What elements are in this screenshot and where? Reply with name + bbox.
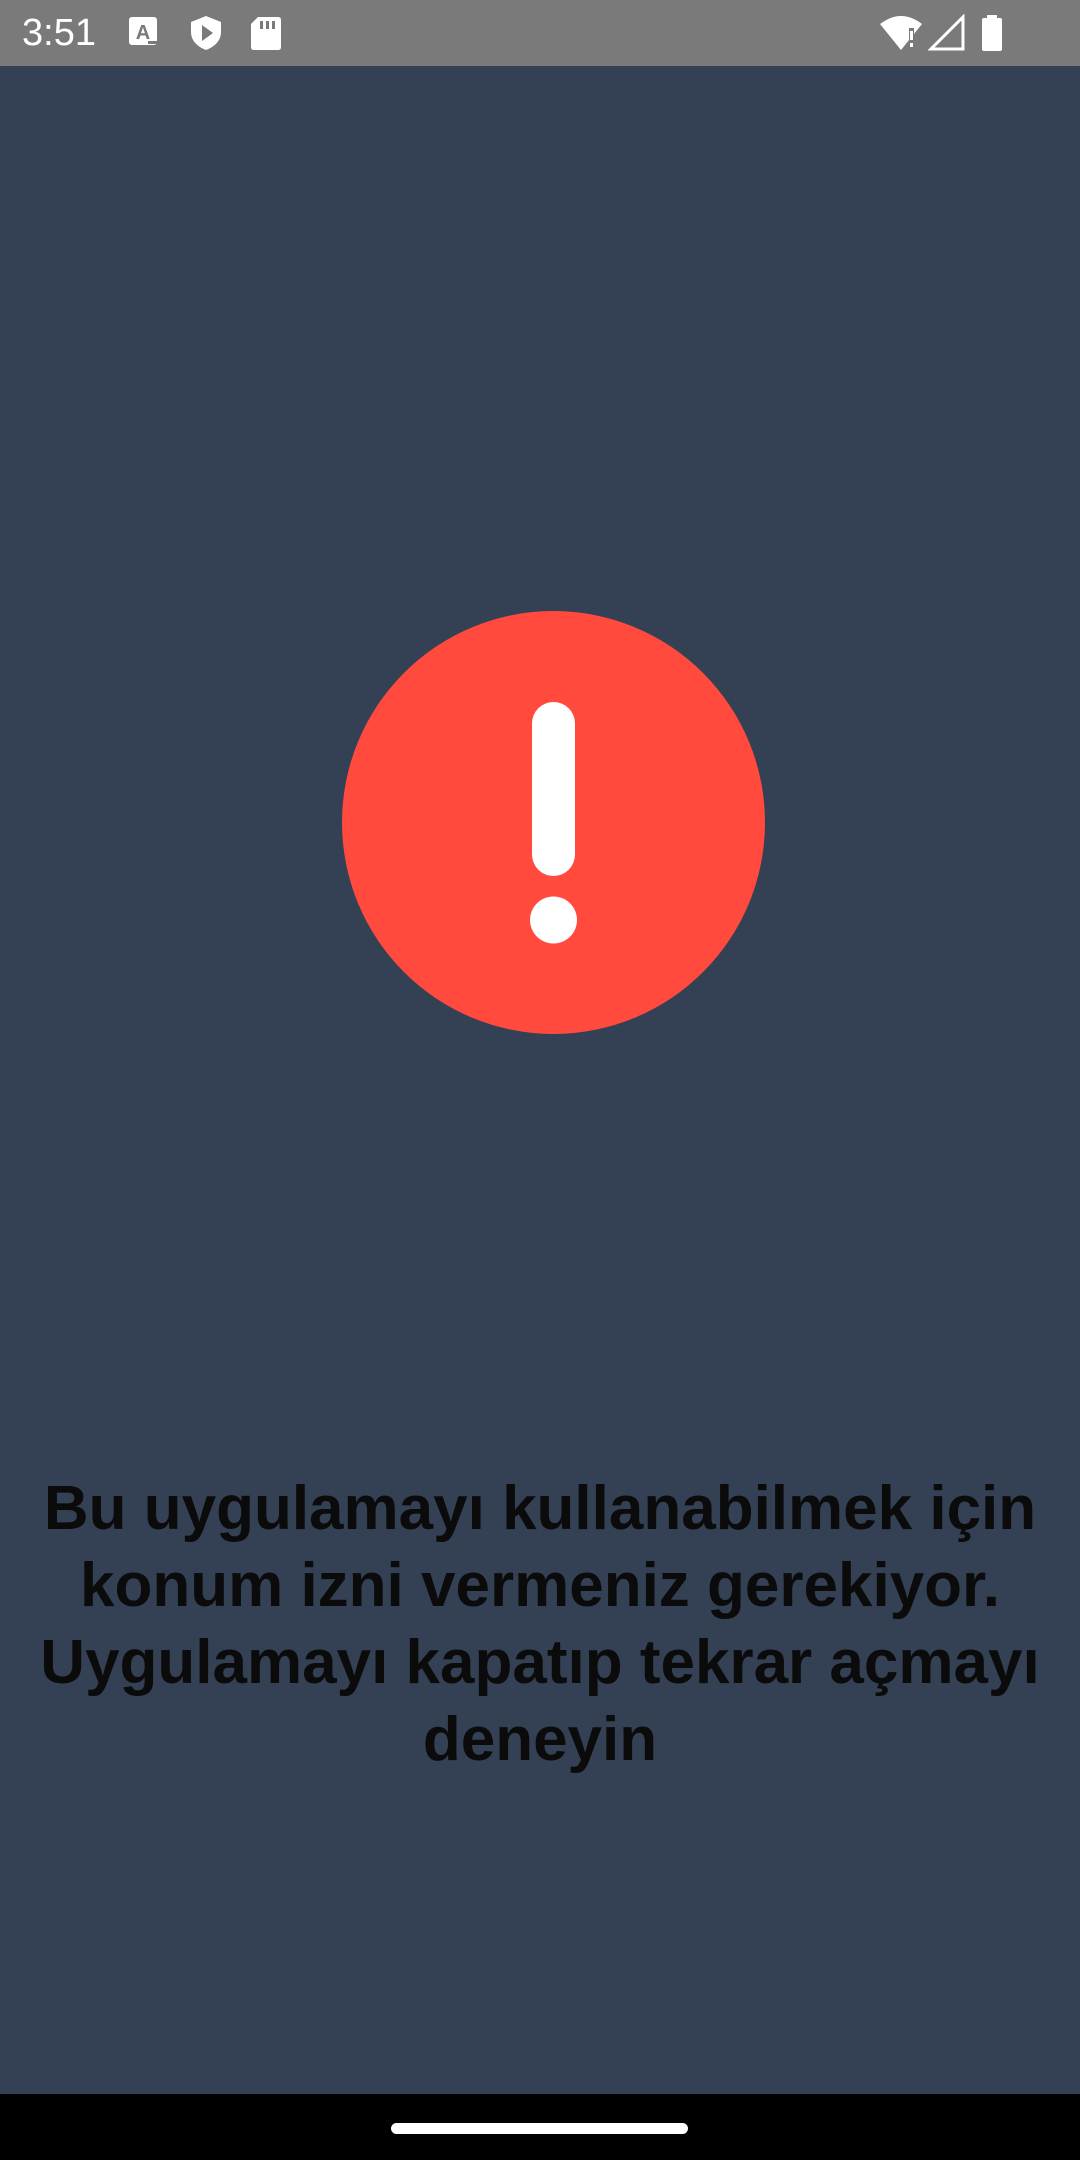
navigation-bar [0, 2094, 1080, 2160]
battery-icon [978, 14, 1006, 52]
home-gesture-handle[interactable] [391, 2123, 688, 2134]
font-a-icon: A [126, 14, 166, 52]
status-time: 3:51 [22, 12, 96, 54]
message-line-1: Bu uygulamayı kullanabilmek için [43, 1474, 1037, 1543]
sd-card-icon [246, 14, 286, 52]
exclamation-circle-icon [342, 611, 765, 1034]
status-bar: 3:51 A [0, 0, 1080, 66]
message-line-4: deneyin [422, 1705, 658, 1774]
cell-signal-icon [928, 14, 968, 52]
shield-play-icon [186, 14, 226, 52]
wifi-alert-icon [878, 14, 924, 52]
message-line-2: konum izni vermeniz gerekiyor. [80, 1551, 1000, 1620]
app-screen: 3:51 A Bu uygulamayı kullanabilmek için … [0, 0, 1080, 2160]
svg-text:A: A [136, 22, 150, 44]
permission-message: Bu uygulamayı kullanabilmek için konum i… [20, 1470, 1060, 1778]
message-line-3: Uygulamayı kapatıp tekrar açmayı [40, 1628, 1040, 1697]
